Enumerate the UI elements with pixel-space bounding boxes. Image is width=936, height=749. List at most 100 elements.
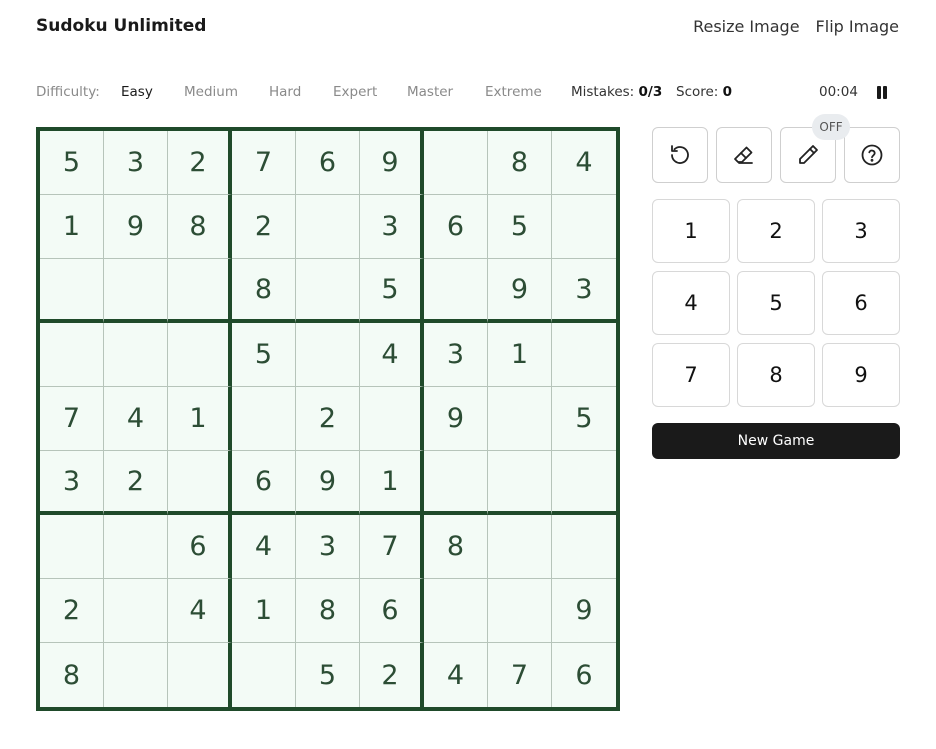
resize-image-link[interactable]: Resize Image [693, 17, 799, 36]
number-button-8[interactable]: 8 [737, 343, 815, 407]
sudoku-cell[interactable]: 5 [488, 195, 552, 259]
sudoku-cell[interactable]: 2 [40, 579, 104, 643]
number-button-5[interactable]: 5 [737, 271, 815, 335]
sudoku-cell[interactable]: 2 [104, 451, 168, 515]
difficulty-expert[interactable]: Expert [333, 84, 377, 100]
sudoku-cell[interactable]: 9 [360, 131, 424, 195]
sudoku-cell[interactable] [424, 131, 488, 195]
sudoku-cell[interactable]: 8 [40, 643, 104, 707]
number-button-2[interactable]: 2 [737, 199, 815, 263]
sudoku-cell[interactable]: 1 [360, 451, 424, 515]
sudoku-cell[interactable] [552, 323, 616, 387]
number-button-6[interactable]: 6 [822, 271, 900, 335]
sudoku-cell[interactable] [552, 451, 616, 515]
sudoku-cell[interactable]: 3 [40, 451, 104, 515]
sudoku-cell[interactable]: 3 [552, 259, 616, 323]
sudoku-cell[interactable] [296, 259, 360, 323]
sudoku-cell[interactable] [488, 515, 552, 579]
sudoku-cell[interactable]: 1 [40, 195, 104, 259]
sudoku-cell[interactable] [488, 451, 552, 515]
number-button-4[interactable]: 4 [652, 271, 730, 335]
sudoku-cell[interactable]: 9 [104, 195, 168, 259]
sudoku-cell[interactable]: 7 [488, 643, 552, 707]
sudoku-cell[interactable] [488, 579, 552, 643]
sudoku-cell[interactable]: 2 [296, 387, 360, 451]
sudoku-cell[interactable]: 4 [168, 579, 232, 643]
sudoku-cell[interactable]: 9 [552, 579, 616, 643]
sudoku-cell[interactable] [40, 323, 104, 387]
sudoku-cell[interactable] [168, 323, 232, 387]
sudoku-cell[interactable] [424, 451, 488, 515]
sudoku-cell[interactable] [168, 259, 232, 323]
sudoku-cell[interactable] [232, 643, 296, 707]
difficulty-extreme[interactable]: Extreme [485, 84, 542, 100]
sudoku-cell[interactable] [168, 643, 232, 707]
sudoku-cell[interactable]: 6 [168, 515, 232, 579]
sudoku-cell[interactable]: 6 [296, 131, 360, 195]
sudoku-cell[interactable]: 4 [232, 515, 296, 579]
sudoku-cell[interactable]: 8 [232, 259, 296, 323]
difficulty-master[interactable]: Master [407, 84, 453, 100]
sudoku-cell[interactable]: 4 [360, 323, 424, 387]
sudoku-cell[interactable]: 6 [424, 195, 488, 259]
sudoku-cell[interactable]: 5 [296, 643, 360, 707]
difficulty-medium[interactable]: Medium [184, 84, 238, 100]
sudoku-cell[interactable] [296, 323, 360, 387]
sudoku-cell[interactable]: 8 [168, 195, 232, 259]
sudoku-cell[interactable] [424, 259, 488, 323]
sudoku-cell[interactable]: 1 [232, 579, 296, 643]
sudoku-cell[interactable]: 6 [232, 451, 296, 515]
sudoku-cell[interactable]: 4 [552, 131, 616, 195]
undo-button[interactable] [652, 127, 708, 183]
sudoku-cell[interactable]: 8 [296, 579, 360, 643]
number-button-7[interactable]: 7 [652, 343, 730, 407]
sudoku-cell[interactable] [168, 451, 232, 515]
sudoku-cell[interactable]: 5 [360, 259, 424, 323]
new-game-button[interactable]: New Game [652, 423, 900, 459]
sudoku-cell[interactable]: 7 [40, 387, 104, 451]
sudoku-cell[interactable]: 2 [360, 643, 424, 707]
sudoku-cell[interactable] [104, 579, 168, 643]
sudoku-cell[interactable] [40, 515, 104, 579]
sudoku-cell[interactable] [552, 515, 616, 579]
difficulty-hard[interactable]: Hard [269, 84, 301, 100]
sudoku-cell[interactable]: 3 [104, 131, 168, 195]
sudoku-cell[interactable]: 5 [552, 387, 616, 451]
difficulty-easy[interactable]: Easy [121, 84, 153, 100]
hint-button[interactable] [844, 127, 900, 183]
pause-icon[interactable] [877, 86, 888, 99]
sudoku-cell[interactable]: 7 [232, 131, 296, 195]
sudoku-cell[interactable]: 9 [488, 259, 552, 323]
flip-image-link[interactable]: Flip Image [816, 17, 899, 36]
sudoku-cell[interactable] [104, 515, 168, 579]
sudoku-cell[interactable] [104, 643, 168, 707]
sudoku-cell[interactable]: 7 [360, 515, 424, 579]
eraser-button[interactable] [716, 127, 772, 183]
sudoku-cell[interactable]: 5 [40, 131, 104, 195]
sudoku-cell[interactable]: 4 [424, 643, 488, 707]
sudoku-cell[interactable] [360, 387, 424, 451]
sudoku-cell[interactable]: 2 [232, 195, 296, 259]
number-button-1[interactable]: 1 [652, 199, 730, 263]
sudoku-cell[interactable] [424, 579, 488, 643]
sudoku-cell[interactable]: 6 [552, 643, 616, 707]
sudoku-cell[interactable] [40, 259, 104, 323]
sudoku-cell[interactable]: 1 [168, 387, 232, 451]
sudoku-cell[interactable] [104, 259, 168, 323]
sudoku-cell[interactable]: 3 [360, 195, 424, 259]
sudoku-cell[interactable]: 9 [424, 387, 488, 451]
sudoku-cell[interactable]: 8 [424, 515, 488, 579]
sudoku-cell[interactable]: 8 [488, 131, 552, 195]
sudoku-cell[interactable]: 6 [360, 579, 424, 643]
sudoku-cell[interactable]: 1 [488, 323, 552, 387]
number-button-9[interactable]: 9 [822, 343, 900, 407]
sudoku-cell[interactable] [232, 387, 296, 451]
number-button-3[interactable]: 3 [822, 199, 900, 263]
sudoku-cell[interactable]: 3 [296, 515, 360, 579]
sudoku-cell[interactable]: 9 [296, 451, 360, 515]
sudoku-cell[interactable] [488, 387, 552, 451]
sudoku-cell[interactable] [104, 323, 168, 387]
sudoku-cell[interactable] [296, 195, 360, 259]
sudoku-cell[interactable]: 2 [168, 131, 232, 195]
sudoku-cell[interactable]: 3 [424, 323, 488, 387]
